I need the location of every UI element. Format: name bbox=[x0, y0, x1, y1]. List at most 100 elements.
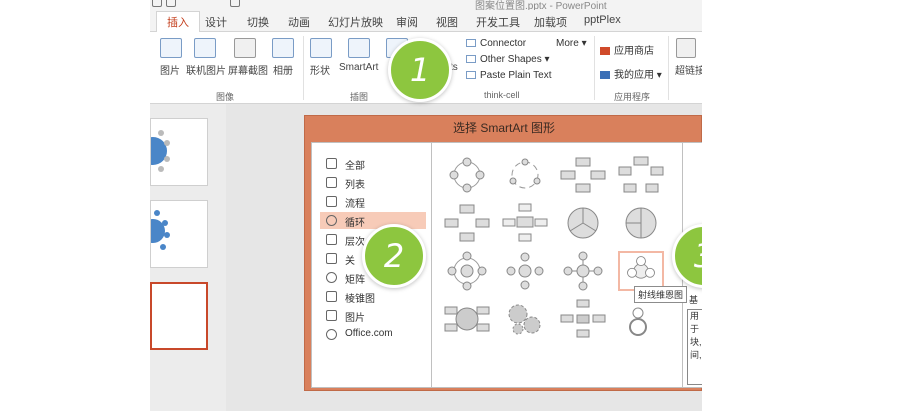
shapes-icon[interactable] bbox=[310, 38, 332, 58]
preview-description: 用于块,间, bbox=[687, 309, 702, 385]
cycle-icon bbox=[326, 215, 337, 226]
layout-thumbnail[interactable] bbox=[502, 299, 548, 339]
layout-thumbnail[interactable] bbox=[618, 299, 664, 339]
process-icon bbox=[326, 196, 337, 207]
hyperlink-icon[interactable] bbox=[676, 38, 696, 58]
category-pyramid[interactable]: 棱锥图 bbox=[320, 288, 426, 305]
powerpoint-window: 图案位置图.pptx - PowerPoint 插入 设计 切换 动画 幻灯片放… bbox=[150, 0, 702, 411]
layout-thumbnail[interactable] bbox=[560, 299, 606, 339]
picture-icon bbox=[326, 310, 337, 321]
category-label: 矩阵 bbox=[345, 275, 365, 286]
globe-icon bbox=[326, 329, 337, 340]
connector-label: Connector bbox=[480, 38, 527, 49]
screenshot-button[interactable]: 屏幕截图 bbox=[228, 62, 268, 77]
shapes-button[interactable]: 形状 bbox=[310, 62, 330, 77]
layout-thumbnail[interactable] bbox=[444, 203, 490, 243]
tab-review[interactable]: 审阅 bbox=[396, 14, 418, 30]
online-picture-button[interactable]: 联机图片 bbox=[186, 62, 226, 77]
other-shapes-button[interactable]: Other Shapes ▾ bbox=[466, 54, 550, 65]
slide-thumbnail-selected[interactable] bbox=[150, 282, 208, 350]
hierarchy-icon bbox=[326, 234, 337, 245]
tab-transitions[interactable]: 切换 bbox=[247, 14, 269, 30]
category-label: Office.com bbox=[345, 328, 393, 339]
other-shapes-icon bbox=[466, 55, 476, 64]
slide-thumbnail[interactable] bbox=[150, 118, 208, 186]
tab-slideshow[interactable]: 幻灯片放映 bbox=[328, 14, 383, 30]
tab-developer[interactable]: 开发工具 bbox=[476, 14, 520, 30]
layout-thumbnail-radial-venn[interactable] bbox=[618, 251, 664, 291]
category-picture[interactable]: 图片 bbox=[320, 307, 426, 324]
paste-icon bbox=[466, 71, 476, 80]
layout-thumbnail[interactable] bbox=[502, 155, 548, 195]
group-separator bbox=[668, 36, 669, 100]
layout-thumbnail[interactable] bbox=[444, 299, 490, 339]
tab-view[interactable]: 视图 bbox=[436, 14, 458, 30]
relationship-icon bbox=[326, 253, 337, 264]
other-shapes-label: Other Shapes bbox=[480, 54, 542, 65]
category-label: 流程 bbox=[345, 199, 365, 210]
category-process[interactable]: 流程 bbox=[320, 193, 426, 210]
redo-icon[interactable] bbox=[230, 0, 240, 7]
category-label: 棱锥图 bbox=[345, 294, 375, 305]
layout-thumbnail[interactable] bbox=[444, 251, 490, 291]
layout-thumbnail[interactable] bbox=[618, 203, 664, 243]
layout-tooltip: 射线维恩图 bbox=[634, 286, 688, 303]
layout-thumbnail[interactable] bbox=[502, 251, 548, 291]
layout-thumbnail[interactable] bbox=[502, 203, 548, 243]
category-label: 列表 bbox=[345, 180, 365, 191]
category-list-type[interactable]: 列表 bbox=[320, 174, 426, 191]
group-separator bbox=[303, 36, 304, 100]
callout-step-2: 2 bbox=[362, 224, 426, 288]
store-button[interactable]: 应用商店 bbox=[600, 42, 654, 57]
more-label: More bbox=[556, 38, 579, 49]
layout-thumbnail[interactable] bbox=[560, 251, 606, 291]
connector-icon bbox=[466, 39, 476, 48]
thinkcell-group-label: think-cell bbox=[484, 90, 520, 100]
layout-thumbnail[interactable] bbox=[618, 155, 664, 195]
picture-button[interactable]: 图片 bbox=[160, 62, 180, 77]
slide-thumbnail-graphic bbox=[150, 210, 170, 250]
matrix-icon bbox=[326, 272, 337, 283]
save-icon[interactable] bbox=[152, 0, 162, 7]
category-all[interactable]: 全部 bbox=[320, 155, 426, 172]
layout-thumbnail[interactable] bbox=[560, 203, 606, 243]
paste-plain-text-button[interactable]: Paste Plain Text bbox=[466, 70, 552, 81]
layout-thumbnail[interactable] bbox=[560, 155, 606, 195]
slide-thumbnail[interactable] bbox=[150, 200, 208, 268]
screenshot-icon[interactable] bbox=[234, 38, 256, 58]
undo-icon[interactable] bbox=[166, 0, 176, 7]
hyperlink-button[interactable]: 超链接 bbox=[675, 62, 702, 77]
tab-animations[interactable]: 动画 bbox=[288, 14, 310, 30]
online-picture-icon[interactable] bbox=[194, 38, 216, 58]
dialog-title: 选择 SmartArt 图形 bbox=[452, 121, 555, 135]
callout-step-1: 1 bbox=[388, 38, 452, 102]
ribbon-tabs: 插入 设计 切换 动画 幻灯片放映 审阅 视图 开发工具 加载项 pptPlex bbox=[150, 10, 702, 36]
photo-album-button[interactable]: 相册 bbox=[273, 62, 293, 77]
paste-plain-text-label: Paste Plain Text bbox=[480, 70, 552, 81]
illustrations-group-label: 插图 bbox=[350, 92, 369, 102]
slide-thumbnails-panel bbox=[150, 104, 226, 411]
category-cycle[interactable]: 循环 bbox=[320, 212, 426, 229]
preview-heading: 基 bbox=[689, 295, 699, 305]
smartart-button[interactable]: SmartArt bbox=[339, 62, 378, 73]
category-label: 关 bbox=[345, 256, 355, 267]
my-apps-button[interactable]: 我的应用 ▾ bbox=[600, 66, 662, 81]
store-label: 应用商店 bbox=[614, 46, 654, 57]
category-label: 图片 bbox=[345, 313, 365, 324]
connector-button[interactable]: Connector bbox=[466, 38, 526, 49]
list-icon bbox=[326, 177, 337, 188]
picture-icon[interactable] bbox=[160, 38, 182, 58]
store-icon bbox=[600, 47, 610, 56]
tab-design[interactable]: 设计 bbox=[205, 14, 227, 30]
more-button[interactable]: More ▾ bbox=[556, 38, 587, 49]
smartart-icon[interactable] bbox=[348, 38, 370, 58]
photo-album-icon[interactable] bbox=[272, 38, 294, 58]
category-label: 循环 bbox=[345, 218, 365, 229]
tab-addins[interactable]: 加载项 bbox=[534, 14, 567, 30]
category-office-com[interactable]: Office.com bbox=[320, 326, 426, 343]
layout-gallery bbox=[436, 149, 682, 385]
all-icon bbox=[326, 158, 337, 169]
layout-thumbnail[interactable] bbox=[444, 155, 490, 195]
group-separator bbox=[594, 36, 595, 100]
tab-pptplex[interactable]: pptPlex bbox=[584, 14, 621, 26]
